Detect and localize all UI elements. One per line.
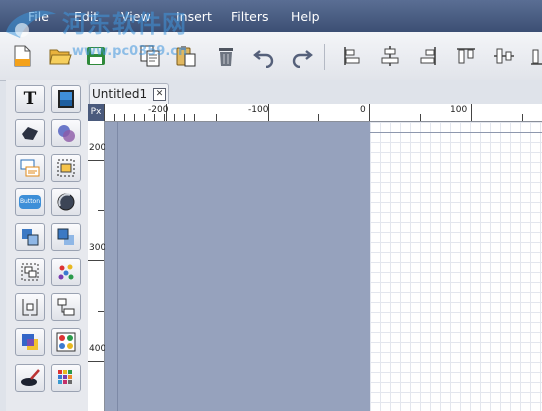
menu-help[interactable]: Help [291,9,320,24]
align-top-icon [457,48,475,64]
ruler-label: -100 [248,105,269,115]
menu-filters[interactable]: Filters [231,9,268,24]
copy-icon [140,45,160,67]
align-left-icon [344,47,360,65]
document-tab-title: Untitled1 [92,87,148,101]
selection-frame-icon [57,159,75,177]
button-tool-icon: Button [19,195,41,209]
image-tool[interactable] [51,85,81,113]
align-center-icon [381,46,399,66]
selection-frame-tool[interactable] [51,154,81,182]
align-middle-icon [494,48,514,64]
paste-button[interactable] [172,42,200,70]
horizontal-ruler-ticks [104,104,523,121]
menu-view[interactable]: View [121,9,151,24]
paste-icon [176,46,196,67]
folder-open-icon [49,49,72,65]
open-button[interactable] [46,42,74,70]
ruler-label: 400 [89,344,107,354]
menu-bar: File Edit View Insert Filters Help [0,0,542,32]
document-tab-strip: Untitled1 ✕ [88,80,542,104]
redo-button[interactable] [288,42,316,70]
copy-button[interactable] [136,42,164,70]
ruler-label: -200 [148,105,169,115]
ruler-label: 0 [360,105,366,115]
brush-tool-icon [21,369,40,386]
shape-tool-icon [22,127,38,140]
menu-insert[interactable]: Insert [176,9,212,24]
shape-tool[interactable] [15,119,45,147]
align-left-button[interactable] [338,42,366,70]
send-backward-icon [22,229,39,246]
align-center-button[interactable] [376,42,404,70]
textbox-tool-icon [20,159,40,177]
menu-edit[interactable]: Edit [74,9,98,24]
align-right-icon [420,47,436,65]
bring-forward-icon [57,228,74,245]
button-tool-label: Button [19,198,41,205]
color-squares-icon [22,334,38,350]
text-tool-icon: T [23,89,37,109]
ellipse-group-icon [58,125,75,142]
color-squares-tool[interactable] [15,328,45,356]
color-palette-icon [56,332,76,352]
send-backward-tool[interactable] [15,223,45,251]
button-tool[interactable]: Button [15,188,45,216]
undo-button[interactable] [250,42,278,70]
brush-tool[interactable] [15,364,45,392]
circle-tool[interactable] [51,188,81,216]
color-palette-tool[interactable] [51,328,81,356]
page-top-guide [370,132,542,133]
group-icon [21,263,39,281]
bring-forward-tool[interactable] [51,223,81,251]
text-tool[interactable]: T [15,85,45,113]
image-tool-icon [58,90,74,108]
document-tab[interactable]: Untitled1 ✕ [89,83,169,104]
color-grid-tool[interactable] [51,364,81,392]
layout-tree-tool[interactable] [51,293,81,321]
design-canvas[interactable] [105,122,542,411]
page-grid[interactable] [370,122,542,411]
redo-icon [292,50,313,68]
ruler-unit[interactable]: Px [88,104,104,121]
horizontal-ruler: -200 -100 0 100 [104,104,542,122]
menu-file[interactable]: File [28,9,49,24]
vertical-ruler: 200 300 400 [88,121,107,411]
floppy-disk-icon [87,47,105,65]
scatter-tool[interactable] [51,258,81,286]
ellipse-group-tool[interactable] [51,119,81,147]
tool-palette: T Button [6,80,88,411]
layout-left-icon [22,299,38,316]
ruler-label: 300 [89,243,107,253]
align-bottom-icon [531,49,542,65]
circle-tool-icon [57,193,75,211]
save-button[interactable] [82,42,110,70]
toolbar [0,32,542,81]
ruler-label: 200 [89,143,107,153]
layout-left-tool[interactable] [15,293,45,321]
toolbar-separator [324,44,325,70]
layout-tree-icon [57,298,75,316]
new-file-icon [14,45,31,67]
close-tab-icon[interactable]: ✕ [153,88,166,101]
color-grid-icon [58,370,72,384]
scatter-dots-icon [58,264,74,280]
trash-icon [219,48,233,66]
align-top-button[interactable] [452,42,480,70]
delete-button[interactable] [212,42,240,70]
align-middle-button[interactable] [490,42,518,70]
new-document-button[interactable] [8,42,36,70]
align-bottom-button[interactable] [526,42,542,70]
textbox-tool[interactable] [15,154,45,182]
group-tool[interactable] [15,258,45,286]
pasteboard-area [105,122,370,411]
align-right-button[interactable] [414,42,442,70]
guide-line [117,122,118,411]
ruler-label: 100 [450,105,468,115]
undo-icon [253,50,274,68]
vertical-ruler-ticks [88,160,104,362]
